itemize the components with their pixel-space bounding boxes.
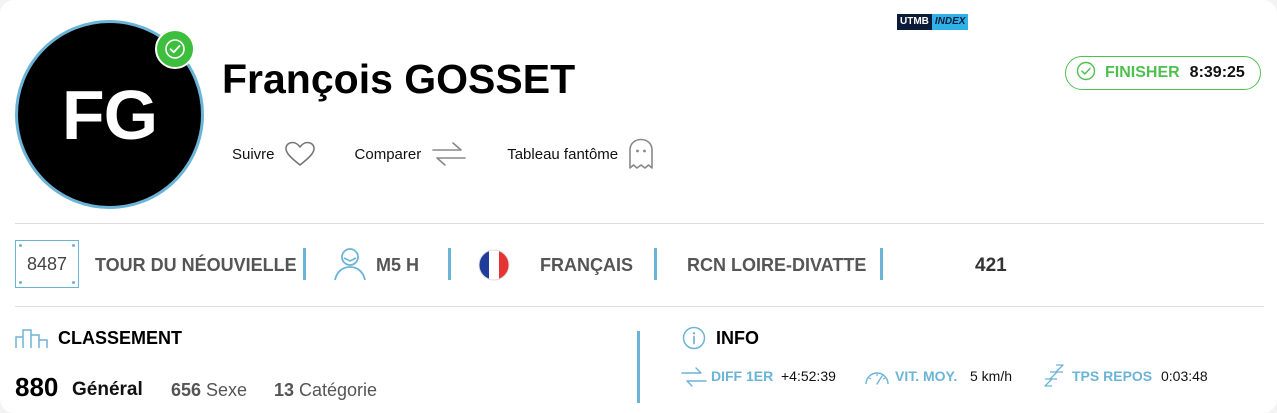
- divider: [15, 223, 1264, 224]
- sleep-zzz-icon: [1043, 363, 1067, 394]
- diff-arrows-icon: [681, 366, 707, 393]
- compare-arrows-icon: [431, 140, 467, 168]
- runner-card: FG François GOSSET Suivre Comparer Table…: [0, 0, 1277, 413]
- finisher-label: FINISHER: [1105, 64, 1180, 81]
- compare-button[interactable]: Comparer: [355, 140, 468, 168]
- ranking-chart-icon: [15, 327, 49, 354]
- race-name: TOUR DU NÉOUVIELLE: [95, 255, 297, 275]
- separator: [880, 248, 883, 280]
- ranking-title: CLASSEMENT: [58, 328, 183, 348]
- category: M5 H: [376, 255, 420, 275]
- category-rank-value: 13: [274, 380, 295, 400]
- verified-check-icon: [155, 29, 195, 69]
- diff-first-value: +4:52:39: [781, 368, 836, 384]
- finisher-badge: FINISHER 8:39:25: [1065, 56, 1261, 90]
- separator: [654, 248, 657, 280]
- index-logo-text: INDEX: [931, 14, 969, 30]
- nationality: FRANÇAIS: [540, 255, 633, 275]
- general-rank-value: 880: [15, 372, 59, 402]
- ghost-table-label: Tableau fantôme: [507, 145, 619, 163]
- club-name: RCN LOIRE-DIVATTE: [687, 255, 867, 275]
- info-icon: [682, 326, 706, 355]
- utmb-index-logo: UTMB INDEX: [897, 14, 969, 30]
- runner-name: François GOSSET: [222, 56, 576, 102]
- diff-first-label: DIFF 1ER: [711, 368, 774, 384]
- avg-speed-label: VIT. MOY.: [895, 368, 958, 384]
- info-title: INFO: [716, 328, 759, 348]
- bib-number: 8487: [15, 240, 79, 288]
- utmb-logo-text: UTMB: [897, 14, 932, 30]
- follow-button[interactable]: Suivre: [232, 141, 315, 167]
- runner-person-icon: [333, 246, 367, 287]
- separator: [448, 248, 451, 280]
- ghost-table-button[interactable]: Tableau fantôme: [507, 138, 654, 170]
- speedometer-icon: [864, 366, 890, 391]
- heart-icon: [284, 141, 315, 167]
- rest-time-label: TPS REPOS: [1072, 368, 1153, 384]
- finish-time: 8:39:25: [1189, 64, 1245, 81]
- general-rank-label: Général: [72, 379, 143, 400]
- action-bar: Suivre Comparer Tableau fantôme: [232, 138, 694, 170]
- sex-rank-value: 656: [171, 380, 202, 400]
- separator: [303, 248, 306, 280]
- avg-speed-value: 5 km/h: [970, 368, 1013, 384]
- follow-label: Suivre: [232, 145, 275, 163]
- compare-label: Comparer: [354, 145, 422, 163]
- divider: [15, 306, 1264, 307]
- runner-details-row: 8487 TOUR DU NÉOUVIELLE M5 H FRANÇAIS RC…: [15, 240, 1265, 290]
- section-divider: [637, 331, 640, 403]
- bib-number-value: 8487: [26, 253, 68, 274]
- category-rank-label: Catégorie: [299, 380, 378, 400]
- sex-rank-label: Sexe: [206, 380, 248, 400]
- france-flag-icon: [478, 249, 510, 286]
- utmb-index-value: 421: [975, 255, 1007, 276]
- finisher-check-icon: [1076, 61, 1096, 86]
- rest-time-value: 0:03:48: [1161, 368, 1208, 384]
- ghost-icon: [628, 138, 654, 170]
- avatar-initials: FG: [61, 75, 158, 154]
